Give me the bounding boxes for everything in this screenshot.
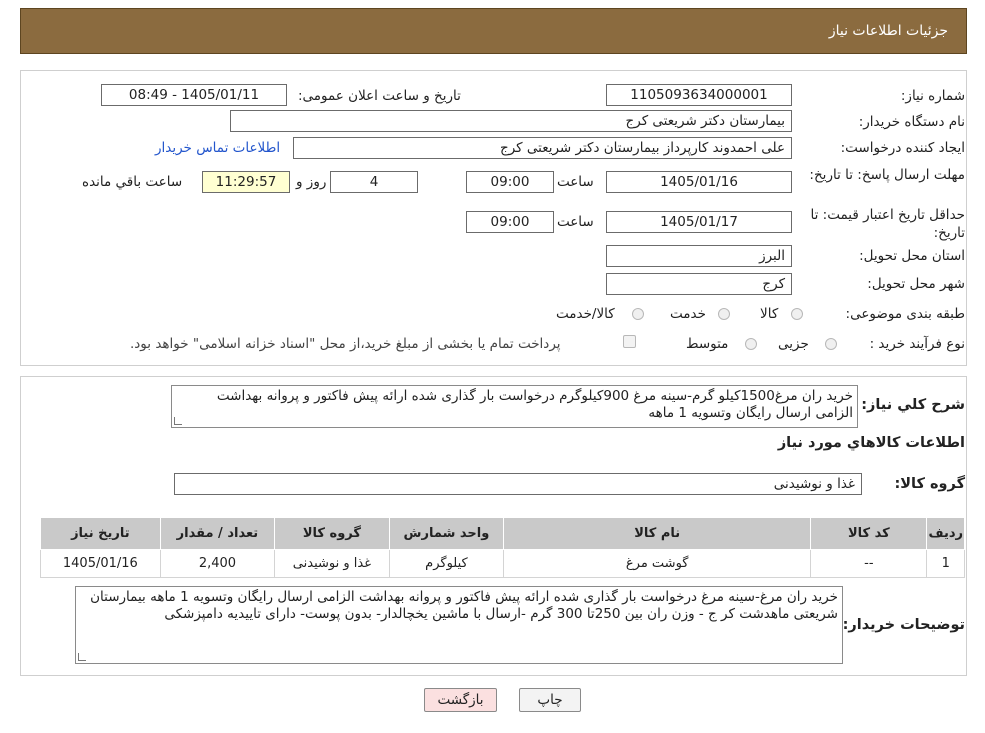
contact-info-link[interactable]: اطلاعات تماس خریدار — [155, 140, 280, 156]
cell-group: غذا و نوشیدنی — [274, 549, 390, 578]
category-goods-service-label: کالا/خدمت — [556, 306, 615, 322]
deadline-label: مهلت ارسال پاسخ: تا تاریخ: — [809, 167, 965, 183]
announce-label: تاریخ و ساعت اعلان عمومی: — [298, 88, 461, 104]
process-label: نوع فرآیند خرید : — [869, 336, 965, 352]
cell-code: -- — [810, 549, 928, 578]
process-medium-label: متوسط — [686, 336, 729, 352]
deadline-time-field: 09:00 — [466, 171, 554, 193]
summary-text: خرید ران مرغ1500کیلو گرم-سینه مرغ 900کیل… — [216, 388, 853, 421]
days-field: 4 — [330, 171, 418, 193]
category-service-radio[interactable] — [718, 308, 730, 320]
category-service-label: خدمت — [670, 306, 706, 322]
process-minor-label: جزیی — [778, 336, 809, 352]
province-field: البرز — [606, 245, 792, 267]
buyer-notes-textarea[interactable]: خرید ران مرغ-سینه مرغ درخواست بار گذاری … — [75, 586, 843, 664]
buyer-notes-text: خرید ران مرغ-سینه مرغ درخواست بار گذاری … — [90, 589, 838, 622]
category-label: طبقه بندی موضوعی: — [845, 306, 965, 322]
category-goods-service-radio[interactable] — [632, 308, 644, 320]
city-field: کرج — [606, 273, 792, 295]
goods-group-label: گروه کالا: — [894, 476, 965, 492]
process-minor-radio[interactable] — [825, 338, 837, 350]
cell-quantity: 2,400 — [159, 549, 276, 578]
remaining-time-field: 11:29:57 — [202, 171, 290, 193]
buyer-label: نام دستگاه خریدار: — [858, 114, 965, 130]
column-header-unit: واحد شمارش — [388, 517, 505, 550]
cell-date: 1405/01/16 — [40, 549, 161, 578]
category-goods-radio[interactable] — [791, 308, 803, 320]
goods-info-title: اطلاعات کالاهاي مورد نياز — [777, 435, 965, 451]
resize-handle-icon[interactable] — [78, 653, 86, 661]
treasury-payment-note: پرداخت تمام یا بخشی از مبلغ خرید،از محل … — [130, 336, 561, 352]
announce-datetime-field: 1405/01/11 - 08:49 — [101, 84, 287, 106]
print-button[interactable]: چاپ — [519, 688, 581, 712]
buyer-field: بیمارستان دکتر شریعتی کرج — [230, 110, 792, 132]
column-header-row-number: رديف — [926, 517, 965, 550]
back-button[interactable]: بازگشت — [424, 688, 497, 712]
column-header-quantity: تعداد / مقدار — [159, 517, 276, 550]
goods-table: رديف کد کالا نام کالا واحد شمارش گروه کا… — [40, 517, 965, 578]
need-number-label: شماره نیاز: — [900, 88, 965, 104]
validity-label: حداقل تاریخ اعتبار قیمت: تا تاریخ: — [810, 207, 965, 241]
column-header-date: تاریخ نیاز — [40, 517, 161, 550]
province-label: استان محل تحویل: — [859, 248, 965, 264]
need-number-field: 1105093634000001 — [606, 84, 792, 106]
column-header-group: گروه کالا — [274, 517, 390, 550]
validity-date-field: 1405/01/17 — [606, 211, 792, 233]
page-header: جزئیات اطلاعات نیاز — [20, 8, 967, 54]
resize-handle-icon[interactable] — [174, 417, 182, 425]
creator-field: علی احمدوند کارپرداز بیمارستان دکتر شریع… — [293, 137, 792, 159]
cell-name: گوشت مرغ — [503, 549, 812, 578]
column-header-code: کد کالا — [810, 517, 928, 550]
creator-label: ایجاد کننده درخواست: — [840, 140, 965, 156]
remaining-label: ساعت باقي مانده — [82, 174, 183, 190]
summary-label: شرح کلي نياز: — [861, 397, 965, 413]
buyer-notes-label: توضیحات خریدار: — [842, 617, 965, 633]
summary-textarea[interactable]: خرید ران مرغ1500کیلو گرم-سینه مرغ 900کیل… — [171, 385, 858, 428]
treasury-payment-checkbox[interactable] — [623, 335, 636, 348]
goods-group-field: غذا و نوشیدنی — [174, 473, 862, 495]
deadline-time-label: ساعت — [557, 174, 594, 190]
days-label: روز و — [296, 174, 327, 190]
category-goods-label: کالا — [760, 306, 779, 322]
validity-time-label: ساعت — [557, 214, 594, 230]
cell-row-number: 1 — [926, 549, 965, 578]
page-title: جزئیات اطلاعات نیاز — [828, 23, 948, 39]
process-medium-radio[interactable] — [745, 338, 757, 350]
table-row: 1 -- گوشت مرغ کیلوگرم غذا و نوشیدنی 2,40… — [40, 549, 965, 578]
validity-time-field: 09:00 — [466, 211, 554, 233]
column-header-name: نام کالا — [503, 517, 812, 550]
deadline-date-field: 1405/01/16 — [606, 171, 792, 193]
cell-unit: کیلوگرم — [388, 549, 505, 578]
city-label: شهر محل تحویل: — [867, 276, 965, 292]
table-header-row: رديف کد کالا نام کالا واحد شمارش گروه کا… — [40, 517, 965, 550]
